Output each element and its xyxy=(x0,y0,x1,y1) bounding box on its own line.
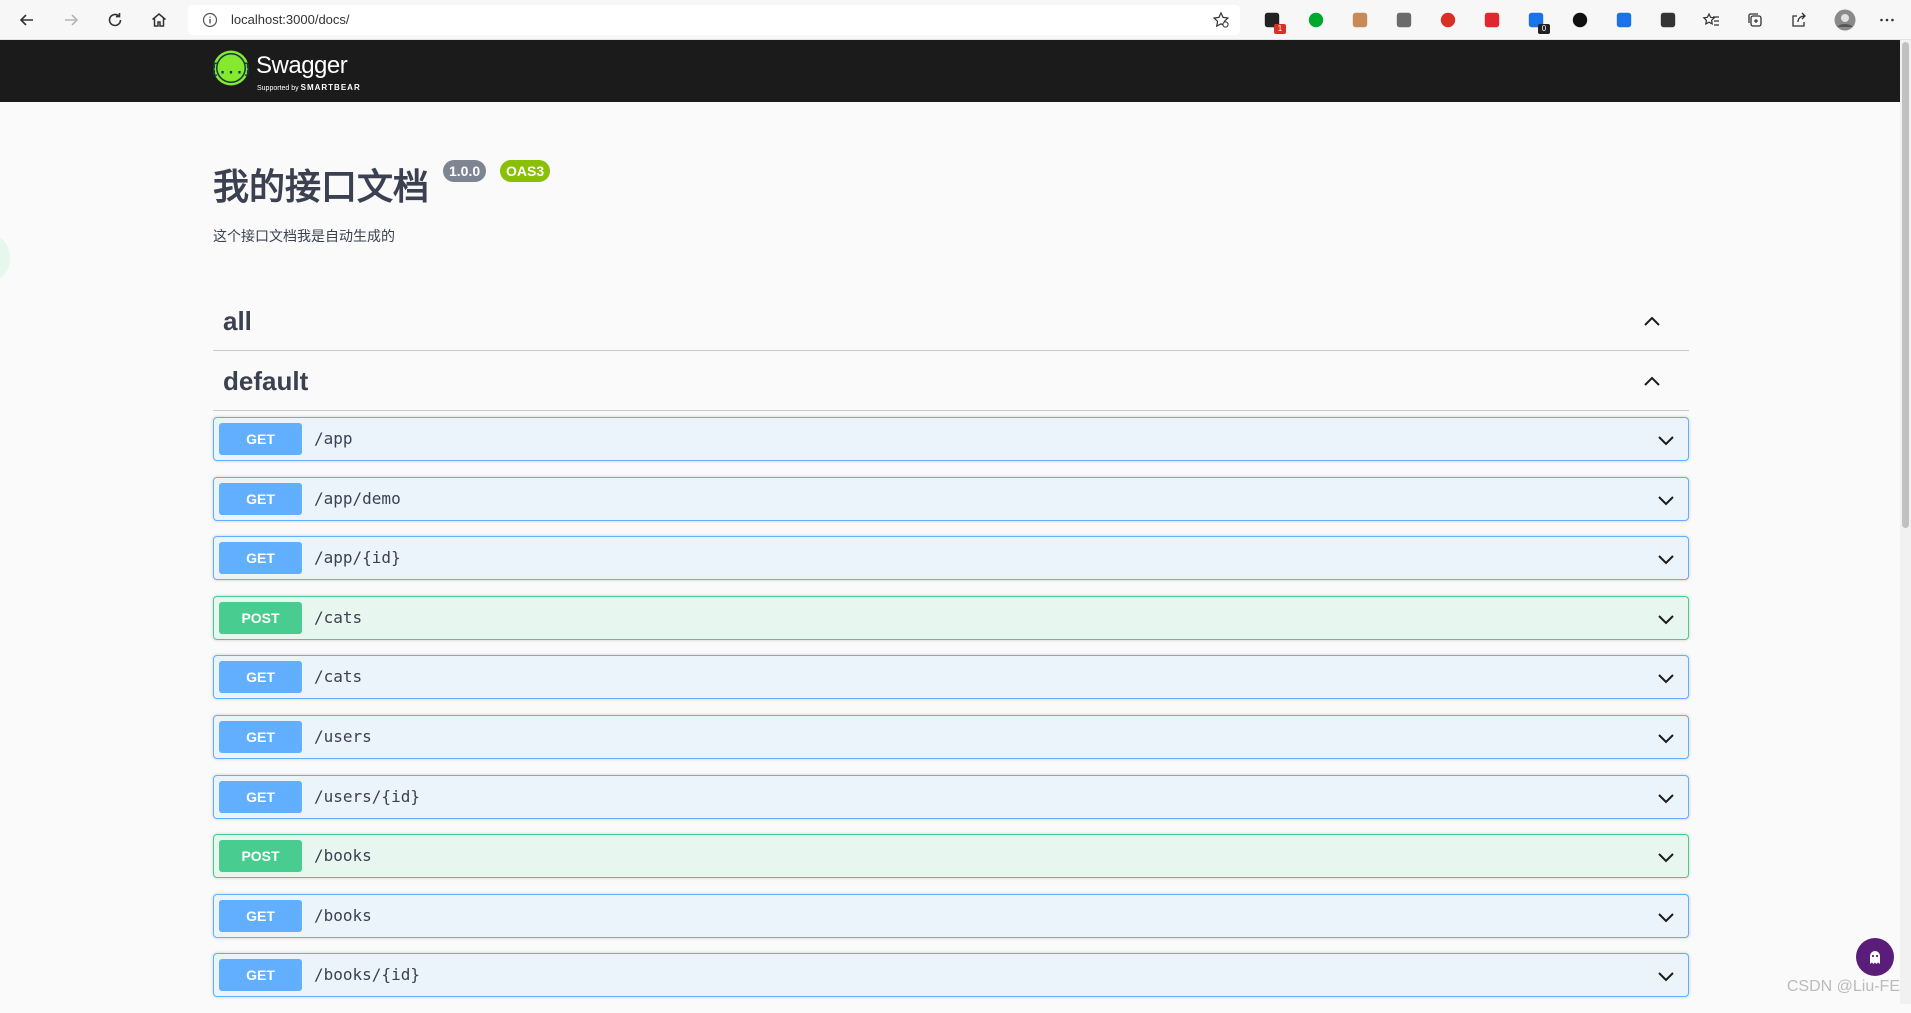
extension-badge: 0 xyxy=(1538,24,1550,34)
extension-badge: 1 xyxy=(1274,24,1286,34)
operation-get-row[interactable]: GET/users/{id} xyxy=(213,774,1689,819)
operation-path[interactable]: /books/{id} xyxy=(314,965,420,984)
more-horizontal-icon xyxy=(1880,18,1894,22)
method-badge[interactable]: GET xyxy=(219,959,302,992)
chevron-down-icon[interactable] xyxy=(1656,847,1676,867)
operation-get-row[interactable]: GET/app/demo xyxy=(213,476,1689,521)
home-button[interactable] xyxy=(146,7,172,33)
operation-get-row[interactable]: GET/app xyxy=(213,417,1689,461)
chevron-up-icon[interactable] xyxy=(1641,371,1663,393)
tag-name[interactable]: default xyxy=(223,366,308,397)
method-badge[interactable]: GET xyxy=(219,720,302,753)
logo-sub-prefix: Supported by xyxy=(257,85,299,92)
floating-action-button[interactable] xyxy=(1856,938,1894,976)
tag-section-default[interactable]: default xyxy=(213,353,1689,411)
chevron-down-icon[interactable] xyxy=(1656,609,1676,629)
profile-button[interactable] xyxy=(1832,7,1858,33)
operation-path[interactable]: /books xyxy=(314,846,372,865)
operation-post-row[interactable]: POST/books xyxy=(213,834,1689,879)
operation-post-row[interactable]: POST/cats xyxy=(213,595,1689,640)
back-button[interactable] xyxy=(14,7,40,33)
swagger-logo-icon[interactable]: {...} xyxy=(213,50,249,86)
method-badge[interactable]: GET xyxy=(219,542,302,575)
operation-path[interactable]: /app xyxy=(314,429,353,448)
share-icon xyxy=(1792,12,1806,27)
tag-name[interactable]: all xyxy=(223,306,252,337)
oas-badge: OAS3 xyxy=(500,160,551,182)
forward-button[interactable] xyxy=(58,7,84,33)
scrollbar-thumb[interactable] xyxy=(1902,42,1909,528)
operation-get-row[interactable]: GET/books/{id} xyxy=(213,953,1689,998)
operation-path[interactable]: /app/demo xyxy=(314,489,401,508)
swagger-logo-text[interactable]: Swagger xyxy=(256,52,348,80)
page-scrollbar[interactable] xyxy=(1900,40,1911,1004)
browser-toolbar: localhost:3000/docs/ 1 0 xyxy=(0,0,1911,40)
operation-get-row[interactable]: GET/app/{id} xyxy=(213,536,1689,581)
favorite-star-icon[interactable] xyxy=(1212,11,1230,29)
home-icon xyxy=(152,13,166,27)
operation-path[interactable]: /users xyxy=(314,727,372,746)
favorites-button[interactable] xyxy=(1698,7,1724,33)
operation-path[interactable]: /cats xyxy=(314,608,362,627)
chevron-down-icon[interactable] xyxy=(1656,907,1676,927)
svg-text:{...}: {...} xyxy=(213,62,249,78)
operation-path[interactable]: /books xyxy=(314,906,372,925)
method-badge[interactable]: GET xyxy=(219,780,302,813)
page-title: 我的接口文档 xyxy=(213,167,430,208)
avatar-icon xyxy=(1834,9,1856,31)
watermark-text: CSDN @Liu-FE xyxy=(1786,978,1900,995)
chevron-down-icon[interactable] xyxy=(1656,430,1676,450)
settings-menu-button[interactable] xyxy=(1874,7,1900,33)
version-badge: 1.0.0 xyxy=(443,160,487,182)
operation-get-row[interactable]: GET/users xyxy=(213,714,1689,759)
operation-get-row[interactable]: GET/books xyxy=(213,893,1689,938)
collections-button[interactable] xyxy=(1742,7,1768,33)
share-button[interactable] xyxy=(1786,7,1812,33)
reload-icon xyxy=(108,13,122,27)
adblock-plus-extension-icon[interactable] xyxy=(1482,10,1502,30)
address-bar[interactable]: localhost:3000/docs/ xyxy=(188,5,1240,35)
method-badge[interactable]: GET xyxy=(219,482,302,515)
operation-path[interactable]: /users/{id} xyxy=(314,787,420,806)
method-badge[interactable]: GET xyxy=(219,899,302,932)
method-badge[interactable]: POST xyxy=(219,840,302,873)
chevron-down-icon[interactable] xyxy=(1656,788,1676,808)
method-badge[interactable]: GET xyxy=(219,423,302,455)
speed-extension-icon[interactable] xyxy=(1438,10,1458,30)
chevron-down-icon[interactable] xyxy=(1656,490,1676,510)
operation-get-row[interactable]: GET/cats xyxy=(213,655,1689,700)
tag-section-all[interactable]: all xyxy=(213,293,1689,351)
dark-extension-icon[interactable] xyxy=(1570,10,1590,30)
tab-manager-extension-icon[interactable]: 1 xyxy=(1262,10,1286,34)
api-description: 这个接口文档我是自动生成的 xyxy=(213,229,395,245)
operations-list: GET/app GET/app/demo GET/app/{id} POST/cats… xyxy=(213,417,1689,1013)
side-floating-widget[interactable] xyxy=(0,236,10,280)
chevron-up-icon[interactable] xyxy=(1641,311,1663,333)
chevron-down-icon[interactable] xyxy=(1656,549,1676,569)
logo-sub-brand: SMARTBEAR xyxy=(300,83,361,92)
arrow-right-icon xyxy=(65,14,79,26)
chevron-down-icon[interactable] xyxy=(1656,668,1676,688)
swagger-logo-subtitle: Supported by SMARTBEAR xyxy=(257,83,361,92)
chevron-down-icon[interactable] xyxy=(1656,728,1676,748)
crop-extension-icon[interactable] xyxy=(1614,10,1634,30)
chevron-down-icon[interactable] xyxy=(1656,966,1676,986)
operation-path[interactable]: /app/{id} xyxy=(314,548,401,567)
url-text[interactable]: localhost:3000/docs/ xyxy=(231,12,350,27)
grammar-extension-icon[interactable] xyxy=(1394,10,1414,30)
method-badge[interactable]: GET xyxy=(219,661,302,694)
operation-path[interactable]: /cats xyxy=(314,667,362,686)
collections-icon xyxy=(1748,13,1762,27)
avatar-extension-icon[interactable] xyxy=(1350,10,1370,30)
info-icon[interactable] xyxy=(202,12,218,28)
evernote-extension-icon[interactable] xyxy=(1306,10,1326,30)
ghost-icon xyxy=(1870,951,1880,964)
reload-button[interactable] xyxy=(102,7,128,33)
arrow-left-icon xyxy=(19,14,33,26)
method-badge[interactable]: POST xyxy=(219,601,302,634)
extensions-puzzle-icon[interactable] xyxy=(1658,10,1678,30)
swagger-topbar: {...} Swagger Supported by SMARTBEAR xyxy=(0,40,1900,102)
translate-extension-icon[interactable]: 0 xyxy=(1526,10,1550,34)
favorites-icon xyxy=(1702,12,1719,26)
